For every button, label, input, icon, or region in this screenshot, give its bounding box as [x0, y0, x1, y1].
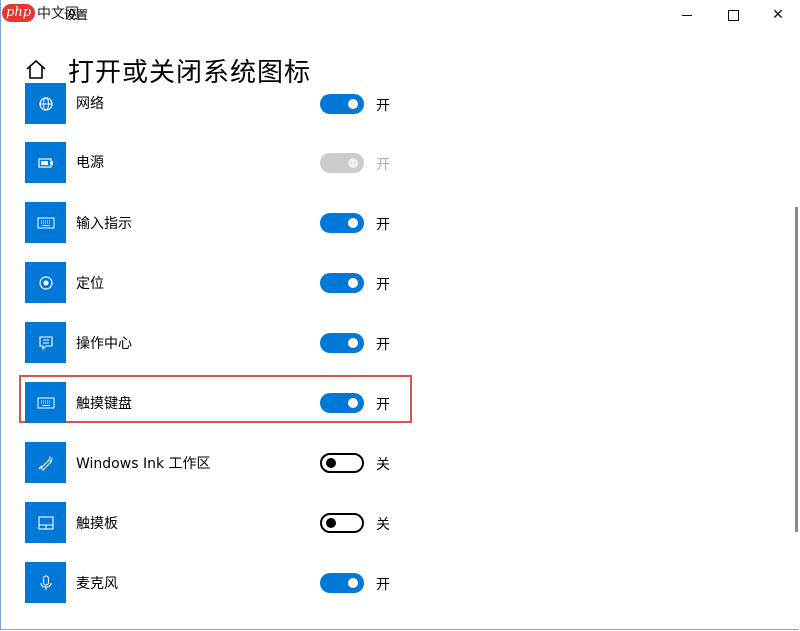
item-label: 定位 — [76, 276, 104, 292]
app-title: 设置 — [64, 8, 89, 22]
location-icon — [25, 262, 66, 303]
list-item-touchpad: 触摸板 关 — [25, 502, 405, 543]
touchpad-icon — [25, 502, 66, 543]
toggle-state: 开 — [376, 337, 390, 353]
toggle-switch[interactable] — [320, 273, 364, 293]
list-item-microphone: 麦克风 开 — [25, 562, 405, 603]
item-label: 触摸键盘 — [76, 396, 132, 412]
maximize-icon — [727, 9, 739, 21]
toggle-state: 关 — [376, 457, 390, 473]
scrollbar[interactable] — [795, 207, 798, 532]
toggle-knob — [348, 99, 358, 109]
list-item-windows-ink: Windows Ink 工作区 关 — [25, 442, 405, 483]
list-item-input-indicator: 输入指示 开 — [25, 202, 405, 243]
logo-php: php — [2, 4, 36, 22]
toggle-switch[interactable] — [320, 573, 364, 593]
item-label: 输入指示 — [76, 216, 132, 232]
toggle-knob — [348, 578, 358, 588]
toggle-state: 开 — [376, 157, 390, 173]
toggle-switch[interactable] — [320, 153, 364, 173]
home-icon[interactable] — [24, 58, 48, 82]
item-label: 触摸板 — [76, 516, 118, 532]
toggle-knob — [348, 278, 358, 288]
toggle-knob — [326, 518, 336, 528]
list-item-touch-keyboard: 触摸键盘 开 — [25, 382, 405, 423]
keyboard-icon — [25, 202, 66, 243]
title-bar: php 中文网 设置 ✕ — [0, 0, 800, 30]
toggle-switch[interactable] — [320, 453, 364, 473]
toggle-state: 开 — [376, 217, 390, 233]
toggle-switch[interactable] — [320, 213, 364, 233]
toggle-state: 开 — [376, 397, 390, 413]
close-icon: ✕ — [772, 7, 784, 23]
toggle-state: 开 — [376, 277, 390, 293]
touch-keyboard-icon — [25, 382, 66, 423]
toggle-knob — [348, 338, 358, 348]
toggle-knob — [348, 218, 358, 228]
toggle-knob — [348, 158, 358, 168]
toggle-state: 开 — [376, 577, 390, 593]
toggle-knob — [326, 458, 336, 468]
toggle-state: 开 — [376, 98, 390, 114]
minimize-button[interactable] — [664, 0, 710, 30]
list-item-action-center: 操作中心 开 — [25, 322, 405, 363]
toggle-state: 关 — [376, 517, 390, 533]
microphone-icon — [25, 562, 66, 603]
toggle-switch[interactable] — [320, 94, 364, 114]
item-label: 网络 — [76, 96, 104, 112]
item-label: 操作中心 — [76, 336, 132, 352]
battery-icon — [25, 142, 66, 183]
item-label: 麦克风 — [76, 576, 118, 592]
action-center-icon — [25, 322, 66, 363]
toggle-knob — [348, 398, 358, 408]
toggle-switch[interactable] — [320, 333, 364, 353]
toggle-switch[interactable] — [320, 513, 364, 533]
item-label: 电源 — [76, 155, 104, 171]
item-label: Windows Ink 工作区 — [76, 456, 211, 472]
maximize-button[interactable] — [710, 0, 756, 30]
toggle-switch[interactable] — [320, 393, 364, 413]
minimize-icon — [682, 14, 692, 16]
pen-icon — [25, 442, 66, 483]
list-item-power: 电源 开 — [25, 142, 405, 183]
close-button[interactable]: ✕ — [755, 0, 800, 30]
list-item-location: 定位 开 — [25, 262, 405, 303]
list-item-network: 网络 开 — [25, 83, 405, 124]
globe-icon — [25, 83, 66, 124]
